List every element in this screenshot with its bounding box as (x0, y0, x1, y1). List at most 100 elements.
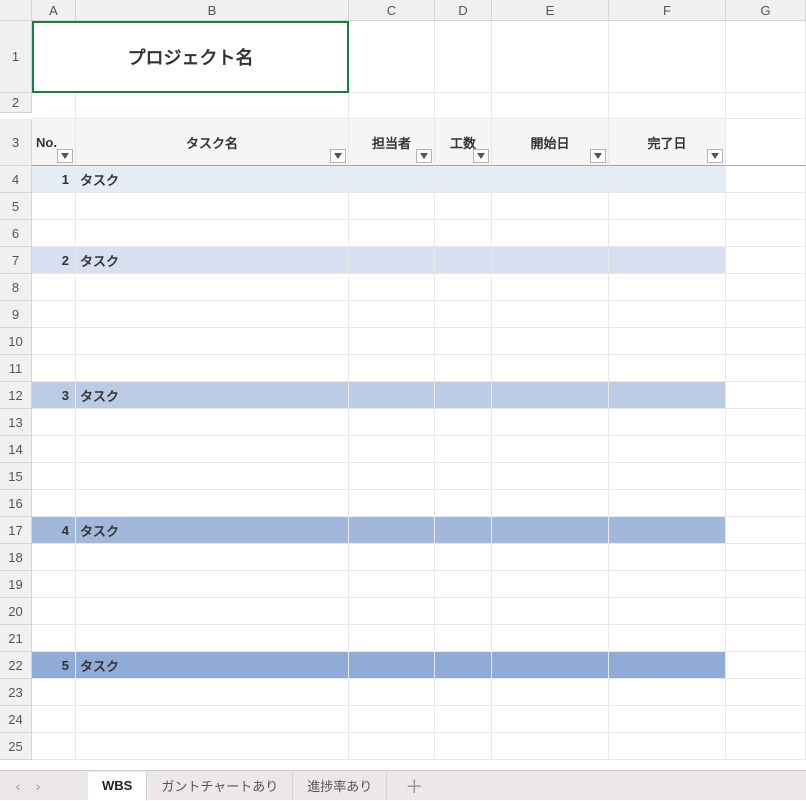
row-header-10[interactable]: 10 (0, 328, 32, 355)
cell-d1[interactable] (435, 21, 492, 93)
cell-b15[interactable] (76, 463, 349, 490)
cell-d7[interactable] (435, 247, 492, 274)
cell-f20[interactable] (609, 598, 726, 625)
cell-d18[interactable] (435, 544, 492, 571)
cell-f23[interactable] (609, 679, 726, 706)
cell-e1[interactable] (492, 21, 609, 93)
cell-g5[interactable] (726, 193, 806, 220)
cell-b10[interactable] (76, 328, 349, 355)
col-header-d[interactable]: D (435, 0, 492, 21)
cell-e13[interactable] (492, 409, 609, 436)
cell-f7[interactable] (609, 247, 726, 274)
cell-f13[interactable] (609, 409, 726, 436)
cell-d13[interactable] (435, 409, 492, 436)
cell-f17[interactable] (609, 517, 726, 544)
cell-g13[interactable] (726, 409, 806, 436)
cell-g22[interactable] (726, 652, 806, 679)
cell-f22[interactable] (609, 652, 726, 679)
cell-c2[interactable] (349, 93, 435, 119)
cell-a19[interactable] (32, 571, 76, 598)
cell-a2[interactable] (32, 93, 76, 119)
cell-b21[interactable] (76, 625, 349, 652)
cell-a18[interactable] (32, 544, 76, 571)
row-header-20[interactable]: 20 (0, 598, 32, 625)
cell-f14[interactable] (609, 436, 726, 463)
cell-e10[interactable] (492, 328, 609, 355)
cell-e17[interactable] (492, 517, 609, 544)
cell-a12[interactable]: 3 (32, 382, 76, 409)
row-header-16[interactable]: 16 (0, 490, 32, 517)
cell-d15[interactable] (435, 463, 492, 490)
cell-d12[interactable] (435, 382, 492, 409)
cell-g21[interactable] (726, 625, 806, 652)
cell-c11[interactable] (349, 355, 435, 382)
cell-c13[interactable] (349, 409, 435, 436)
cell-e9[interactable] (492, 301, 609, 328)
cell-d10[interactable] (435, 328, 492, 355)
col-header-b[interactable]: B (76, 0, 349, 21)
cell-c20[interactable] (349, 598, 435, 625)
cell-g15[interactable] (726, 463, 806, 490)
cell-b7[interactable]: タスク (76, 247, 349, 274)
cell-d11[interactable] (435, 355, 492, 382)
cell-g12[interactable] (726, 382, 806, 409)
sheet-tab-progress[interactable]: 進捗率あり (293, 771, 387, 800)
cell-a25[interactable] (32, 733, 76, 760)
cell-e12[interactable] (492, 382, 609, 409)
cell-d4[interactable] (435, 166, 492, 193)
cell-f2[interactable] (609, 93, 726, 119)
cell-g20[interactable] (726, 598, 806, 625)
tab-nav-next[interactable]: › (28, 776, 48, 796)
cell-g19[interactable] (726, 571, 806, 598)
cell-g18[interactable] (726, 544, 806, 571)
cell-d21[interactable] (435, 625, 492, 652)
cell-g17[interactable] (726, 517, 806, 544)
cell-g24[interactable] (726, 706, 806, 733)
cell-a21[interactable] (32, 625, 76, 652)
header-no[interactable]: No. (32, 119, 76, 166)
sheet-tab-gantt[interactable]: ガントチャートあり (147, 771, 293, 800)
cell-c24[interactable] (349, 706, 435, 733)
cell-f8[interactable] (609, 274, 726, 301)
row-header-3[interactable]: 3 (0, 119, 32, 166)
cell-d2[interactable] (435, 93, 492, 119)
cell-b6[interactable] (76, 220, 349, 247)
cell-f6[interactable] (609, 220, 726, 247)
cell-b22[interactable]: タスク (76, 652, 349, 679)
cell-c14[interactable] (349, 436, 435, 463)
row-header-1[interactable]: 1 (0, 21, 32, 93)
header-task-name[interactable]: タスク名 (76, 119, 349, 166)
cell-b25[interactable] (76, 733, 349, 760)
cell-c4[interactable] (349, 166, 435, 193)
row-header-4[interactable]: 4 (0, 166, 32, 193)
cell-e11[interactable] (492, 355, 609, 382)
row-header-25[interactable]: 25 (0, 733, 32, 760)
cell-f16[interactable] (609, 490, 726, 517)
cell-c9[interactable] (349, 301, 435, 328)
header-end-date[interactable]: 完了日 (609, 119, 726, 166)
row-header-5[interactable]: 5 (0, 193, 32, 220)
cell-a8[interactable] (32, 274, 76, 301)
cell-f21[interactable] (609, 625, 726, 652)
cell-c1[interactable] (349, 21, 435, 93)
cell-a15[interactable] (32, 463, 76, 490)
cell-b9[interactable] (76, 301, 349, 328)
cell-c16[interactable] (349, 490, 435, 517)
cell-a23[interactable] (32, 679, 76, 706)
row-header-17[interactable]: 17 (0, 517, 32, 544)
cell-a24[interactable] (32, 706, 76, 733)
header-assignee[interactable]: 担当者 (349, 119, 435, 166)
col-header-c[interactable]: C (349, 0, 435, 21)
tab-nav-prev[interactable]: ‹ (8, 776, 28, 796)
cell-b20[interactable] (76, 598, 349, 625)
cell-b8[interactable] (76, 274, 349, 301)
row-header-6[interactable]: 6 (0, 220, 32, 247)
cell-a5[interactable] (32, 193, 76, 220)
col-header-a[interactable]: A (32, 0, 76, 21)
cell-a4[interactable]: 1 (32, 166, 76, 193)
row-header-8[interactable]: 8 (0, 274, 32, 301)
filter-button-effort[interactable] (473, 149, 489, 163)
cell-c19[interactable] (349, 571, 435, 598)
cell-a17[interactable]: 4 (32, 517, 76, 544)
cell-b13[interactable] (76, 409, 349, 436)
